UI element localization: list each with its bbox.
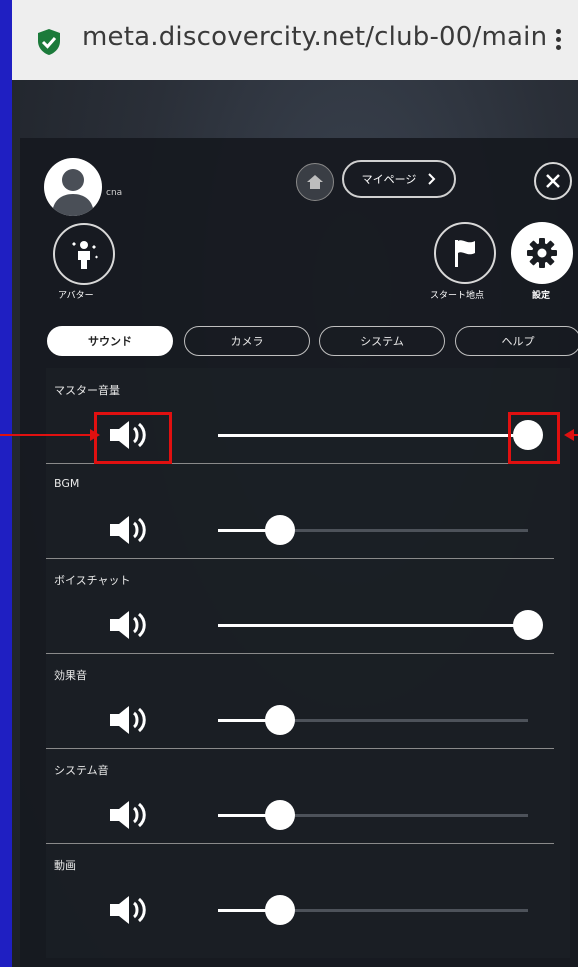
- setting-row-video: 動画: [46, 843, 554, 938]
- volume-slider[interactable]: [218, 895, 528, 925]
- slider-fill: [218, 624, 528, 627]
- volume-slider[interactable]: [218, 515, 528, 545]
- volume-slider[interactable]: [218, 610, 543, 640]
- annotation-arrowhead-left: [90, 429, 100, 441]
- avatar-button[interactable]: [53, 223, 115, 285]
- app-frame: meta.discovercity.net/club-00/main cna マ…: [12, 0, 578, 967]
- tab-camera[interactable]: カメラ: [184, 326, 310, 356]
- browser-menu-icon[interactable]: [552, 26, 564, 56]
- user-avatar-icon: [52, 169, 94, 216]
- slider-fill: [218, 434, 528, 437]
- slider-thumb[interactable]: [265, 800, 295, 830]
- annotation-arrowhead-right: [564, 429, 574, 441]
- close-icon: [546, 174, 560, 188]
- settings-button[interactable]: [511, 222, 573, 284]
- highlight-box-slider-thumb: [508, 412, 560, 464]
- close-button[interactable]: [534, 162, 572, 200]
- speaker-icon[interactable]: [108, 798, 150, 832]
- speaker-icon[interactable]: [108, 893, 150, 927]
- start-point-button[interactable]: [434, 222, 496, 284]
- setting-label: BGM: [54, 477, 80, 490]
- highlight-box-speaker: [94, 412, 172, 464]
- secure-shield-icon: [38, 29, 60, 55]
- chevron-right-icon: [428, 173, 436, 185]
- volume-slider[interactable]: [218, 705, 528, 735]
- setting-label: 動画: [54, 859, 76, 872]
- annotation-arrow-left-tail: [0, 434, 12, 436]
- flag-icon: [455, 240, 475, 267]
- avatar-change-icon: [72, 241, 98, 269]
- slider-thumb[interactable]: [265, 515, 295, 545]
- user-avatar[interactable]: [44, 158, 102, 216]
- setting-label: マスター音量: [54, 384, 120, 397]
- home-button[interactable]: [296, 163, 334, 201]
- url-text[interactable]: meta.discovercity.net/club-00/main: [82, 22, 547, 52]
- start-point-label: スタート地点: [430, 291, 485, 301]
- speaker-icon[interactable]: [108, 703, 150, 737]
- tab-sound[interactable]: サウンド: [47, 326, 173, 356]
- mypage-button[interactable]: マイページ: [342, 160, 456, 198]
- speaker-icon[interactable]: [108, 608, 150, 642]
- setting-row-sound-effects: 効果音: [46, 653, 554, 749]
- slider-thumb[interactable]: [265, 705, 295, 735]
- setting-label: システム音: [54, 764, 109, 777]
- slider-thumb[interactable]: [513, 610, 543, 640]
- settings-panel: cna マイページ アバター スタート地点 設定 サウンド カメラ システム ヘ…: [20, 138, 578, 967]
- setting-row-voice-chat: ボイスチャット: [46, 558, 554, 654]
- mypage-label: マイページ: [361, 173, 417, 186]
- volume-slider[interactable]: [218, 420, 543, 450]
- volume-slider[interactable]: [218, 800, 528, 830]
- gear-icon: [527, 238, 557, 268]
- slider-thumb[interactable]: [265, 895, 295, 925]
- tab-help[interactable]: ヘルプ: [455, 326, 578, 356]
- speaker-icon[interactable]: [108, 513, 150, 547]
- home-icon: [307, 175, 323, 189]
- setting-row-system-sound: システム音: [46, 748, 554, 844]
- avatar-button-label: アバター: [58, 291, 94, 301]
- annotation-arrow-left: [12, 434, 92, 436]
- settings-tabs: サウンド カメラ システム ヘルプ: [38, 326, 578, 356]
- tab-system[interactable]: システム: [319, 326, 445, 356]
- setting-row-bgm: BGM: [46, 463, 554, 559]
- username: cna: [106, 188, 123, 198]
- setting-label: ボイスチャット: [54, 574, 131, 587]
- setting-label: 効果音: [54, 669, 87, 682]
- browser-address-bar[interactable]: meta.discovercity.net/club-00/main: [12, 0, 578, 80]
- settings-label: 設定: [532, 291, 551, 301]
